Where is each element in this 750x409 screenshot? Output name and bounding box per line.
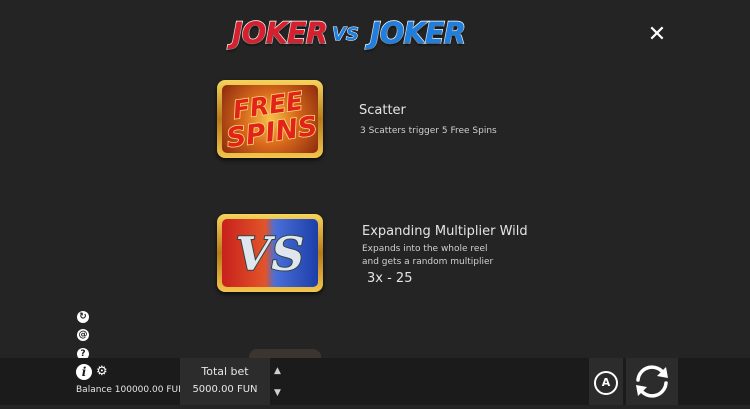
autoplay-button[interactable]: A	[589, 358, 623, 405]
spin-button[interactable]	[626, 358, 678, 405]
logo-right-word: JOKER	[369, 15, 467, 51]
info-icon[interactable]: i	[76, 364, 92, 380]
autoplay-icon: A	[594, 371, 618, 395]
wild-multiplier: 3x - 25	[367, 271, 413, 286]
total-bet-label: Total bet	[201, 365, 249, 378]
vs-art-text: VS	[235, 226, 306, 282]
close-icon[interactable]: ✕	[646, 24, 668, 46]
wild-description-line2: and gets a random multiplier	[362, 257, 494, 267]
bet-decrease-icon[interactable]: ▼	[274, 388, 281, 398]
balance-label: Balance	[76, 385, 112, 395]
total-bet-value: 5000.00 FUN	[180, 384, 270, 395]
total-bet-panel: Total bet 5000.00 FUN	[180, 358, 270, 405]
vs-wild-symbol: VS	[217, 214, 323, 292]
wild-description-line1: Expands into the whole reel	[362, 244, 488, 254]
settings-gear-icon[interactable]: ⚙	[96, 365, 108, 378]
balance-display: Balance 100000.00 FUN	[76, 385, 185, 395]
history-icon[interactable]: ↻	[77, 311, 89, 323]
balance-value: 100000.00	[114, 385, 164, 395]
logo-vs: VS	[332, 24, 360, 46]
spin-refresh-icon	[636, 365, 668, 398]
scatter-description: 3 Scatters trigger 5 Free Spins	[360, 126, 497, 136]
free-spins-symbol: FREE SPINS	[217, 80, 323, 158]
bet-increase-icon[interactable]: ▲	[274, 366, 281, 376]
wild-title: Expanding Multiplier Wild	[362, 224, 528, 239]
total-bet-currency: FUN	[236, 384, 258, 395]
logo-left-word: JOKER	[231, 15, 329, 51]
sound-icon[interactable]: @	[77, 329, 89, 341]
scatter-title: Scatter	[359, 103, 406, 118]
game-logo: JOKER VS JOKER	[231, 14, 472, 56]
total-bet-amount: 5000.00	[192, 384, 234, 395]
